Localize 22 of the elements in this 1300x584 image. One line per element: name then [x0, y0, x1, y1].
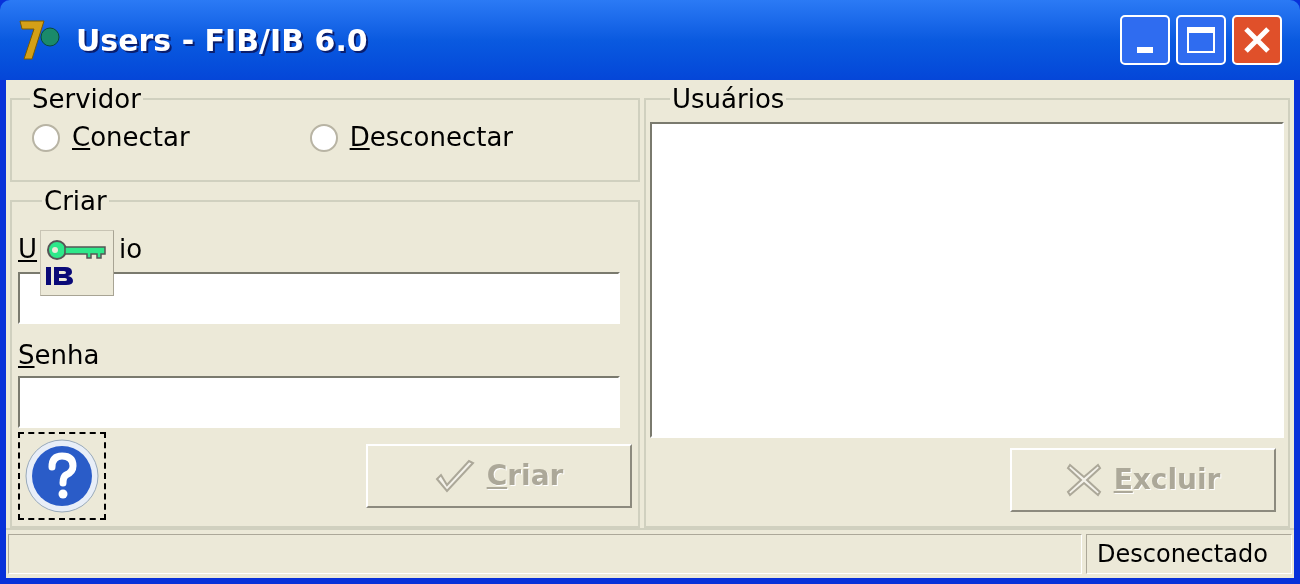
input-field[interactable]	[18, 376, 620, 428]
radio-button[interactable]	[309, 123, 338, 152]
maximize-button[interactable]	[1176, 15, 1226, 65]
field-label: io	[119, 236, 143, 262]
field-label: U	[18, 236, 38, 262]
group-legend: Criar	[42, 188, 109, 214]
group-legend: Usuários	[670, 86, 787, 112]
radio-label[interactable]: Desconectar	[349, 118, 514, 157]
radio-label[interactable]: Conectar	[72, 118, 190, 157]
close-icon	[1242, 25, 1272, 55]
check-icon	[434, 459, 475, 493]
help-button[interactable]	[18, 432, 106, 520]
window-title: Users - FIB/IB 6.0	[76, 21, 369, 60]
help-icon	[23, 437, 101, 515]
group-legend: Servidor	[30, 86, 143, 112]
field-label: Senha	[18, 342, 101, 368]
close-button[interactable]	[1232, 15, 1282, 65]
input-field[interactable]	[18, 272, 620, 324]
status-text: Desconectado	[1086, 534, 1292, 574]
x-icon	[1065, 463, 1102, 497]
radio-button[interactable]	[32, 123, 60, 152]
minimize-button[interactable]	[1120, 15, 1170, 65]
